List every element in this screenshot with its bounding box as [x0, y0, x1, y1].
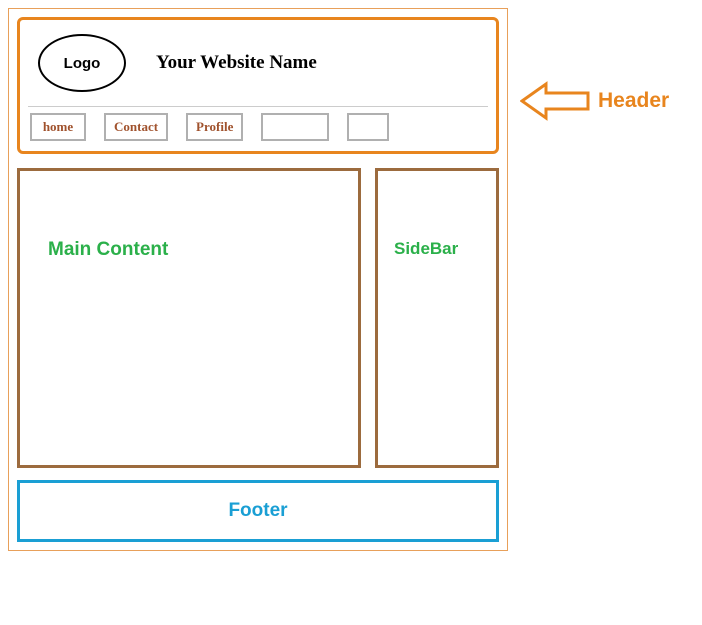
- logo-text: Logo: [64, 55, 101, 72]
- nav-item-empty[interactable]: [261, 113, 329, 141]
- arrow-left-icon: [520, 78, 592, 124]
- nav-item-profile[interactable]: Profile: [186, 113, 243, 141]
- site-name: Your Website Name: [156, 52, 317, 74]
- logo-placeholder: Logo: [38, 34, 126, 92]
- body-row: Main Content SideBar: [17, 168, 499, 468]
- page-wireframe: Logo Your Website Name home Contact Prof…: [8, 8, 508, 551]
- nav-item-contact[interactable]: Contact: [104, 113, 168, 141]
- nav-item-label: Contact: [114, 119, 158, 135]
- nav-item-home[interactable]: home: [30, 113, 86, 141]
- nav-divider: [28, 106, 488, 107]
- footer-label: Footer: [228, 500, 287, 522]
- nav-item-empty[interactable]: [347, 113, 389, 141]
- main-content-region: Main Content: [17, 168, 361, 468]
- header-region: Logo Your Website Name home Contact Prof…: [17, 17, 499, 154]
- sidebar-label: SideBar: [394, 239, 458, 258]
- header-annotation-label: Header: [598, 89, 669, 113]
- header-top-row: Logo Your Website Name: [26, 26, 490, 104]
- nav-item-label: Profile: [196, 119, 233, 135]
- sidebar-region: SideBar: [375, 168, 499, 468]
- header-annotation: Header: [520, 78, 669, 124]
- footer-region: Footer: [17, 480, 499, 542]
- nav-item-label: home: [43, 119, 73, 135]
- nav-bar: home Contact Profile: [26, 113, 490, 145]
- main-content-label: Main Content: [48, 239, 168, 260]
